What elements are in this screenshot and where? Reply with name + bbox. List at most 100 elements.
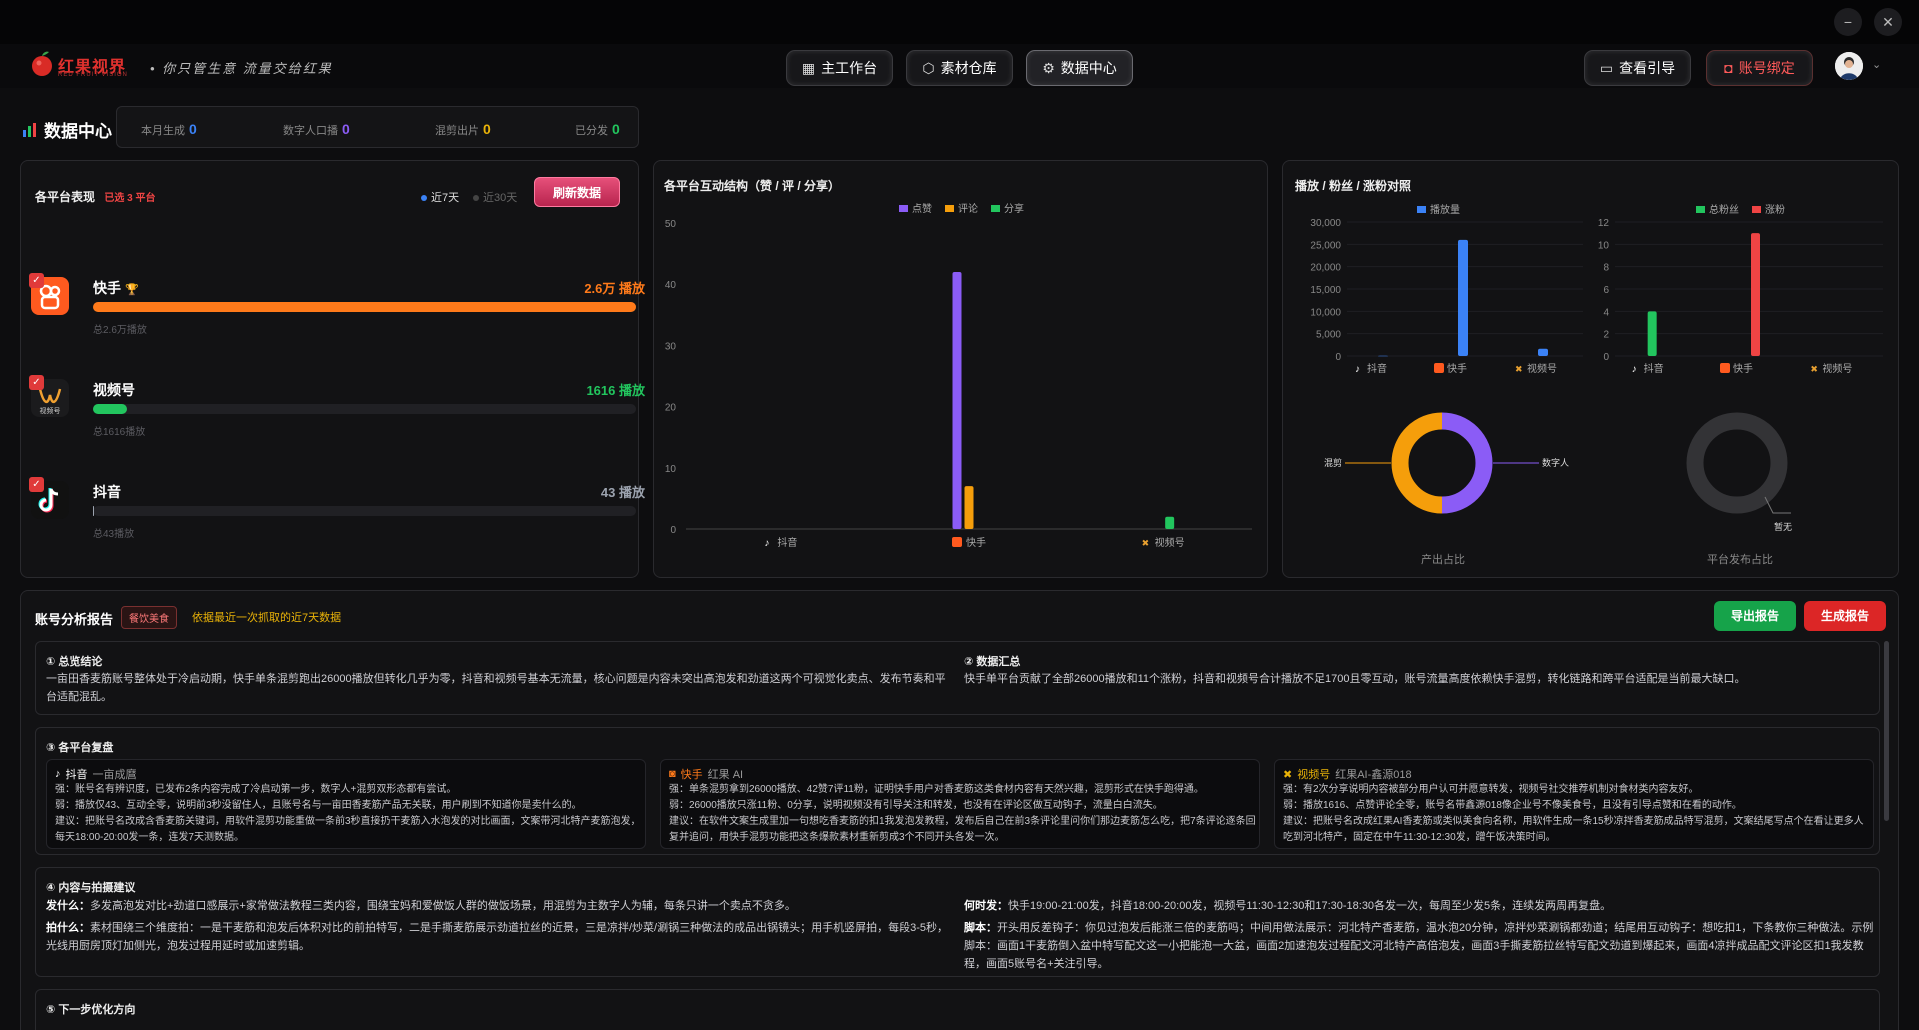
y-tick-label: 0 — [1603, 352, 1609, 363]
review-advice: 建议：把账号名改成含香麦筋关键词，用软件混剪功能重做一条前3秒直接扔干麦筋入水泡… — [55, 816, 641, 843]
platform-review-name: 抖音 — [65, 769, 88, 781]
stat-avatar: 数字人口播 0 — [283, 121, 350, 137]
content-advice-section: ④ 内容与拍摄建议 发什么：多发高泡发对比+劲道口感展示+家常做法教程三类内容，… — [35, 867, 1880, 977]
douyin-icon: ♪ — [55, 768, 61, 780]
nav-workbench-button[interactable]: ▦ 主工作台 — [786, 50, 893, 86]
platform-progress — [93, 404, 636, 414]
stat-mix: 混剪出片 0 — [435, 121, 491, 137]
platform-performance-card: 各平台表现 已选 3 平台 近7天 近30天 刷新数据 ✓ 快手 🏆 2.6万 播放总… — [20, 160, 645, 578]
box-icon: ⬡ — [922, 59, 935, 76]
donut-slice — [1441, 412, 1493, 514]
platform-review-card: ✖ 视频号 红果AI-鑫源018 强：有2次分享说明内容被部分用户认可并愿意转发，视频… — [1274, 759, 1874, 849]
douyin-icon: ♪ — [1632, 364, 1637, 375]
platform-review-heading: ③ 各平台复盘 — [46, 742, 114, 754]
brand-subtitle: RED FRUIT VISION — [58, 72, 128, 78]
y-tick-label: 8 — [1603, 263, 1609, 274]
generate-report-button[interactable]: 生成报告 — [1804, 601, 1886, 631]
review-weakness: 弱：26000播放只涨11粉、0分享，说明视频没有引导关注和转发，也没有在评论区… — [669, 800, 1163, 811]
interaction-bar-chart: 点赞 评论 分享 0 10 20 30 40 50 ♪ 抖音 快手 ✖ 视频号 — [665, 202, 1252, 549]
range-7-days[interactable]: 近7天 — [421, 189, 459, 205]
user-avatar[interactable] — [1835, 52, 1863, 80]
chevron-down-icon[interactable]: ⌄ — [1872, 58, 1881, 71]
review-weakness: 弱：播放仅43、互动全零，说明前3秒没留住人，且账号名与一亩田香麦筋产品无关联，… — [55, 800, 582, 811]
bar — [1538, 348, 1548, 356]
export-report-button[interactable]: 导出报告 — [1714, 601, 1796, 631]
close-button[interactable]: ✕ — [1874, 8, 1902, 36]
legend-label: 分享 — [1004, 202, 1024, 215]
next-steps-section: ⑤ 下一步优化方向 — [35, 989, 1880, 1030]
y-tick-label: 40 — [665, 280, 677, 291]
bar — [1165, 516, 1175, 529]
overview-heading: ① 总览结论 — [46, 656, 103, 668]
guide-button[interactable]: ▭ 查看引导 — [1584, 50, 1691, 86]
channels-icon: ✖ — [1283, 768, 1293, 781]
content-advice-heading: ④ 内容与拍摄建议 — [46, 882, 136, 894]
book-icon: ▭ — [1599, 59, 1614, 76]
channels-icon: ✖ — [1142, 538, 1150, 548]
svg-text:视频号: 视频号 — [40, 406, 61, 415]
legend-label: 评论 — [958, 202, 978, 215]
donut-empty-ring — [1686, 412, 1788, 514]
nav-assets-label: 素材仓库 — [940, 60, 997, 76]
donut1-caption: 产出占比 — [1421, 554, 1465, 566]
review-strength: 强：账号名有辨识度，已发布2条内容完成了冷启动第一步，数字人+混剪双形态都有尝试… — [55, 784, 457, 795]
apple-logo-icon — [32, 51, 52, 76]
x-tick-label: 视频号 — [1527, 362, 1557, 375]
nav-assets-button[interactable]: ⬡ 素材仓库 — [906, 50, 1013, 86]
nav-datacenter-button[interactable]: ⚙ 数据中心 — [1026, 50, 1133, 86]
range-30-days[interactable]: 近30天 — [473, 189, 517, 205]
y-tick-label: 0 — [670, 525, 676, 536]
advice-what: 发什么：多发高泡发对比+劲道口感展示+家常做法教程三类内容，围绕宝妈和爱做饭人群… — [46, 900, 796, 912]
y-tick-label: 0 — [1335, 352, 1341, 363]
y-tick-label: 12 — [1598, 218, 1610, 229]
kuaishou-icon: ◙ — [669, 768, 676, 780]
x-tick-label: 视频号 — [1822, 362, 1852, 375]
y-tick-label: 2 — [1603, 330, 1609, 341]
x-tick-label: 抖音 — [1644, 362, 1664, 375]
y-tick-label: 4 — [1603, 307, 1609, 318]
nav-workbench-label: 主工作台 — [821, 60, 878, 76]
nav-datacenter-label: 数据中心 — [1060, 60, 1117, 76]
platform-total: 总2.6万播放 — [93, 325, 147, 336]
report-scrollbar[interactable] — [1884, 641, 1889, 821]
gear-icon: ⚙ — [1042, 59, 1055, 76]
bar — [1458, 239, 1468, 356]
camera-icon: ◘ — [1724, 60, 1733, 76]
stat-distributed: 已分发 0 — [575, 121, 620, 137]
review-advice: 建议：在软件文案生成里加一句想吃香麦筋的扣1我发泡发教程，发布后自己在前3条评论… — [669, 816, 1256, 843]
report-tag: 餐饮美食 — [121, 606, 177, 629]
platform-name: 视频号 — [93, 382, 135, 398]
guide-label: 查看引导 — [1619, 60, 1676, 76]
legend-swatch — [991, 205, 1000, 212]
x-tick-label: 抖音 — [1367, 362, 1387, 375]
y-tick-label: 10,000 — [1310, 307, 1341, 318]
channels-icon: ✖ — [1810, 364, 1818, 374]
summary-section: ① 总览结论 一亩田香麦筋账号整体处于冷启动期，快手单条混剪跑出26000播放但… — [35, 641, 1880, 715]
bar — [1751, 233, 1760, 356]
donut-slice — [1391, 412, 1443, 514]
platform-review-header: ✖ 视频号 红果AI-鑫源018 — [1283, 766, 1412, 782]
perf-title: 各平台表现 已选 3 平台 — [35, 190, 156, 204]
advice-when: 何时发：快手19:00-21:00发，抖音18:00-20:00发，视频号11:… — [964, 900, 1612, 912]
stat-monthly: 本月生成 0 — [141, 121, 197, 137]
checkbox-checked-icon[interactable]: ✓ — [29, 477, 44, 492]
legend-label: 总粉丝 — [1709, 203, 1739, 216]
platform-review-card: ◙ 快手 红果 AI 强：单条混剪拿到26000播放、42赞7评11粉，证明快手用户对… — [660, 759, 1260, 849]
x-tick-label: 快手 — [966, 536, 986, 549]
x-tick-label: 视频号 — [1155, 536, 1185, 549]
platform-progress — [93, 302, 636, 312]
refresh-data-button[interactable]: 刷新数据 — [534, 177, 620, 207]
bar — [952, 271, 962, 529]
overview-text: 一亩田香麦筋账号整体处于冷启动期，快手单条混剪跑出26000播放但转化几乎为零，… — [46, 673, 946, 703]
platform-review-name: 视频号 — [1297, 769, 1331, 781]
checkbox-checked-icon[interactable]: ✓ — [29, 273, 44, 288]
minimize-button[interactable]: − — [1834, 8, 1862, 36]
account-bind-button[interactable]: ◘ 账号绑定 — [1706, 50, 1813, 86]
report-card: 账号分析报告 餐饮美食 依据最近一次抓取的近7天数据 导出报告 生成报告 ① 总… — [20, 590, 1899, 1030]
checkbox-checked-icon[interactable]: ✓ — [29, 375, 44, 390]
legend-swatch — [1696, 206, 1705, 213]
y-tick-label: 10 — [665, 464, 677, 475]
trophy-icon: 🏆 — [125, 284, 139, 296]
stats-bar: 本月生成 0 数字人口播 0 混剪出片 0 已分发 0 — [116, 106, 639, 148]
donut2-caption: 平台发布占比 — [1707, 554, 1773, 566]
